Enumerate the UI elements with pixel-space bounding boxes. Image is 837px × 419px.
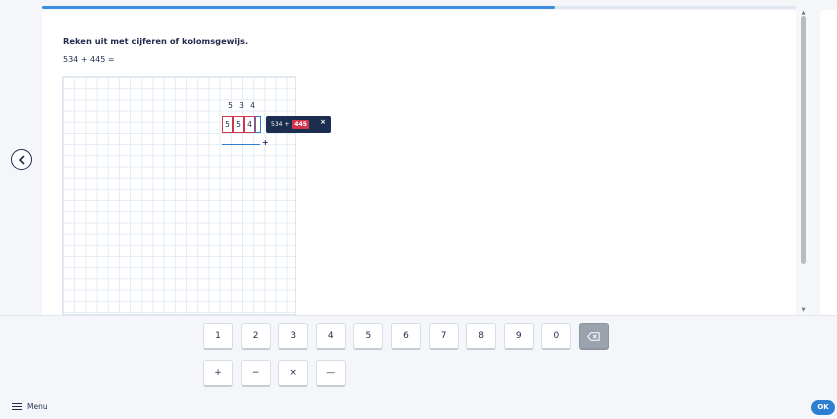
key-0[interactable]: 0 bbox=[541, 323, 572, 350]
key-8[interactable]: 8 bbox=[466, 323, 497, 350]
tooltip-prefix: 534 + bbox=[271, 121, 290, 128]
previous-button[interactable] bbox=[11, 149, 32, 170]
top-digit: 5 bbox=[228, 101, 233, 110]
key-6[interactable]: 6 bbox=[390, 323, 421, 350]
expression-tooltip: 534 + 445 × bbox=[266, 116, 331, 133]
key-7[interactable]: 7 bbox=[428, 323, 459, 350]
digit-input-row: 5 5 4 bbox=[222, 116, 261, 133]
digit-keypad-row: 1 2 3 4 5 6 7 8 9 0 bbox=[203, 323, 617, 350]
key-9[interactable]: 9 bbox=[503, 323, 534, 350]
chevron-left-icon bbox=[18, 155, 24, 164]
key-line[interactable]: — bbox=[315, 360, 346, 387]
menu-button[interactable]: Menu bbox=[12, 402, 48, 411]
tooltip-highlight: 445 bbox=[292, 120, 309, 129]
scroll-up-icon[interactable]: ▲ bbox=[800, 10, 807, 16]
top-number-row: 5 3 4 bbox=[225, 101, 265, 110]
digit-input-cell[interactable]: 5 bbox=[222, 116, 233, 133]
scroll-down-icon[interactable]: ▼ bbox=[800, 307, 807, 313]
top-digit: 3 bbox=[239, 101, 244, 110]
progress-bar bbox=[42, 6, 796, 9]
progress-fill bbox=[42, 6, 555, 9]
operator-keypad-row: + − × — bbox=[203, 360, 353, 387]
key-2[interactable]: 2 bbox=[240, 323, 271, 350]
top-digit: 4 bbox=[250, 101, 255, 110]
key-4[interactable]: 4 bbox=[315, 323, 346, 350]
scrollbar-thumb[interactable] bbox=[801, 16, 806, 264]
menu-label: Menu bbox=[27, 402, 48, 411]
sum-line bbox=[222, 144, 260, 145]
key-3[interactable]: 3 bbox=[278, 323, 309, 350]
hamburger-icon bbox=[12, 403, 22, 410]
operator-sign: + bbox=[262, 138, 269, 147]
question-expression: 534 + 445 = bbox=[63, 55, 115, 64]
next-exercise-card-peek bbox=[820, 10, 837, 315]
key-1[interactable]: 1 bbox=[203, 323, 233, 350]
backspace-button[interactable] bbox=[578, 323, 609, 350]
keypad-divider bbox=[0, 315, 837, 316]
key-times[interactable]: × bbox=[278, 360, 309, 387]
question-instruction: Reken uit met cijferen of kolomsgewijs. bbox=[63, 36, 249, 46]
digit-input-cell[interactable]: 4 bbox=[244, 116, 255, 133]
ok-button[interactable]: OK bbox=[811, 400, 835, 415]
key-plus[interactable]: + bbox=[203, 360, 233, 387]
close-icon[interactable]: × bbox=[320, 118, 326, 126]
digit-input-cell-active[interactable] bbox=[255, 116, 261, 133]
key-5[interactable]: 5 bbox=[353, 323, 384, 350]
key-minus[interactable]: − bbox=[240, 360, 271, 387]
grid-worksheet[interactable] bbox=[62, 76, 296, 315]
backspace-icon bbox=[587, 332, 601, 341]
digit-input-cell[interactable]: 5 bbox=[233, 116, 244, 133]
